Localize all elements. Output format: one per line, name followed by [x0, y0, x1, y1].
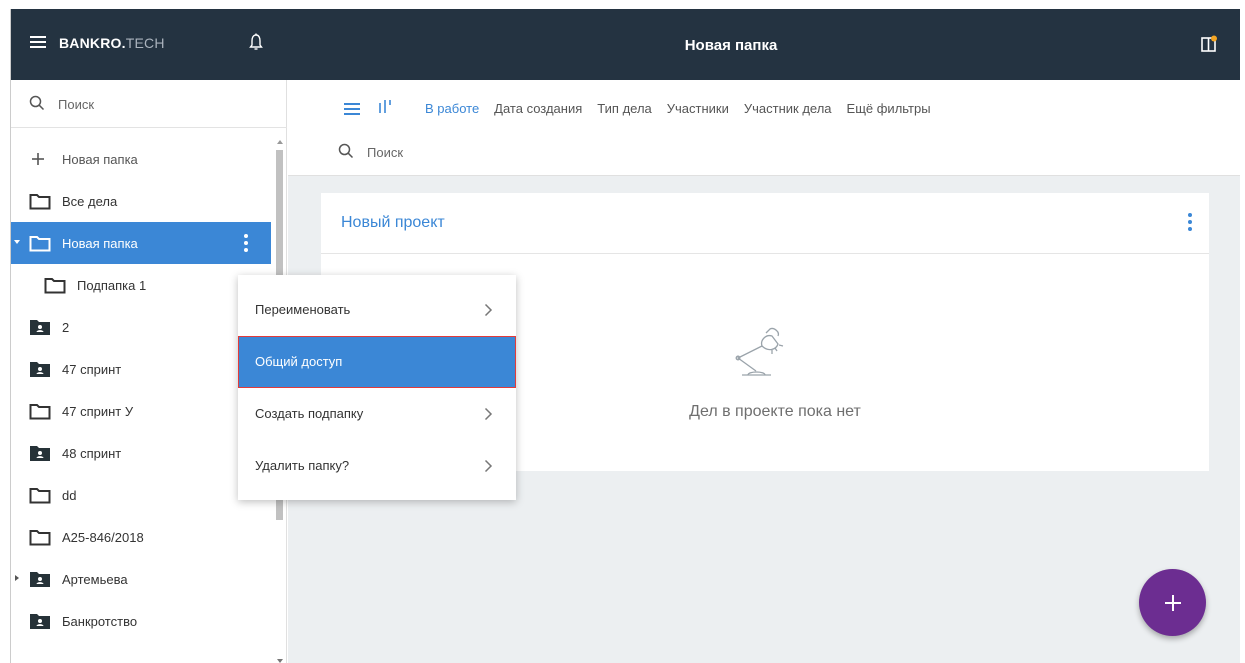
list-view-icon[interactable] — [344, 103, 360, 115]
project-card-header: Новый проект — [321, 193, 1209, 254]
folder-icon — [29, 194, 51, 210]
page-title: Новая папка — [684, 37, 778, 54]
chevron-right-icon — [484, 303, 493, 317]
sidebar-item-label: 47 спринт — [62, 362, 122, 377]
sidebar-item-label: Новая папка — [62, 236, 138, 251]
sidebar-item-a25[interactable]: А25-846/2018 — [11, 516, 271, 558]
split-view-icon[interactable] — [1201, 35, 1217, 52]
sidebar-item-dd[interactable]: dd — [11, 474, 271, 516]
plus-icon — [32, 153, 44, 165]
sidebar-item-artemyeva[interactable]: Артемьева — [11, 558, 271, 600]
sidebar-item-label: А25-846/2018 — [62, 530, 144, 545]
shared-folder-icon — [30, 320, 50, 335]
sidebar-item-label: Артемьева — [62, 572, 128, 587]
search-icon — [338, 143, 354, 159]
folder-icon — [29, 488, 51, 504]
new-folder-label: Новая папка — [62, 152, 138, 167]
expand-arrow-icon[interactable] — [15, 575, 19, 581]
scroll-down-arrow-icon[interactable] — [277, 659, 283, 663]
sidebar-item-new-folder[interactable]: Новая папка — [11, 222, 271, 264]
sidebar-item-subfolder-1[interactable]: Подпапка 1 — [11, 264, 271, 306]
menu-item-sharing[interactable]: Общий доступ — [238, 336, 516, 388]
sidebar-item-label: 47 спринт У — [62, 404, 134, 419]
filter-case-type[interactable]: Тип дела — [597, 101, 651, 116]
filter-case-participant[interactable]: Участник дела — [744, 101, 832, 116]
expand-arrow-icon[interactable] — [14, 240, 20, 244]
menu-item-create-subfolder[interactable]: Создать подпапку — [238, 388, 516, 440]
project-title[interactable]: Новый проект — [341, 214, 445, 232]
columns-icon[interactable] — [377, 99, 393, 115]
filter-more[interactable]: Ещё фильтры — [847, 101, 931, 116]
chevron-right-icon — [484, 459, 493, 473]
shared-folder-icon — [30, 446, 50, 461]
sidebar-search[interactable]: Поиск — [11, 80, 287, 128]
sidebar-search-input[interactable]: Поиск — [58, 97, 94, 112]
sidebar-item-bankruptcy[interactable]: Банкротство — [11, 600, 271, 642]
sidebar-item-label: Банкротство — [62, 614, 138, 629]
chevron-right-icon — [484, 407, 493, 421]
app-window: BANKRO.TECH Новая папка Поиск Новая папк… — [10, 9, 1240, 663]
menu-item-label: Удалить папку? — [255, 458, 350, 473]
shared-folder-icon — [30, 362, 50, 377]
filter-creation-date[interactable]: Дата создания — [494, 101, 582, 116]
menu-item-rename[interactable]: Переименовать — [238, 284, 516, 336]
shared-folder-icon — [30, 614, 50, 629]
sidebar-item-47-sprint[interactable]: 47 спринт — [11, 348, 271, 390]
sidebar-item-label: Все дела — [62, 194, 118, 209]
add-button[interactable] — [1139, 569, 1206, 636]
scroll-up-arrow-icon[interactable] — [277, 140, 283, 144]
folder-icon — [29, 530, 51, 546]
folder-context-menu: Переименовать Общий доступ Создать подпа… — [238, 275, 516, 500]
filter-in-progress[interactable]: В работе — [425, 101, 479, 116]
search-icon — [29, 95, 45, 111]
folder-icon — [44, 278, 66, 294]
sidebar-item-label: 48 спринт — [62, 446, 122, 461]
shared-folder-icon — [30, 572, 50, 587]
menu-item-label: Создать подпапку — [255, 406, 364, 421]
filter-toolbar: В работе Дата создания Тип дела Участник… — [288, 80, 1240, 176]
sidebar-item-2[interactable]: 2 — [11, 306, 271, 348]
sidebar-item-48-sprint[interactable]: 48 спринт — [11, 432, 271, 474]
desk-lamp-icon — [735, 327, 784, 376]
new-folder-button[interactable]: Новая папка — [11, 138, 271, 180]
sidebar-item-all-cases[interactable]: Все дела — [11, 180, 271, 222]
folder-icon — [29, 404, 51, 420]
search-input[interactable]: Поиск — [367, 145, 403, 160]
filter-participants[interactable]: Участники — [667, 101, 729, 116]
menu-item-label: Общий доступ — [255, 354, 343, 369]
more-options-icon[interactable] — [1186, 211, 1194, 233]
sidebar-item-47-sprint-u[interactable]: 47 спринт У — [11, 390, 271, 432]
top-bar: BANKRO.TECH Новая папка — [11, 9, 1240, 80]
menu-item-delete-folder[interactable]: Удалить папку? — [238, 440, 516, 492]
sidebar-item-label: dd — [62, 488, 77, 503]
sidebar-item-label: 2 — [62, 320, 70, 335]
sidebar-item-label: Подпапка 1 — [77, 278, 147, 293]
more-options-icon[interactable] — [233, 230, 259, 256]
menu-item-label: Переименовать — [255, 302, 351, 317]
folder-icon — [29, 236, 51, 252]
filter-tabs: В работе Дата создания Тип дела Участник… — [425, 101, 946, 116]
